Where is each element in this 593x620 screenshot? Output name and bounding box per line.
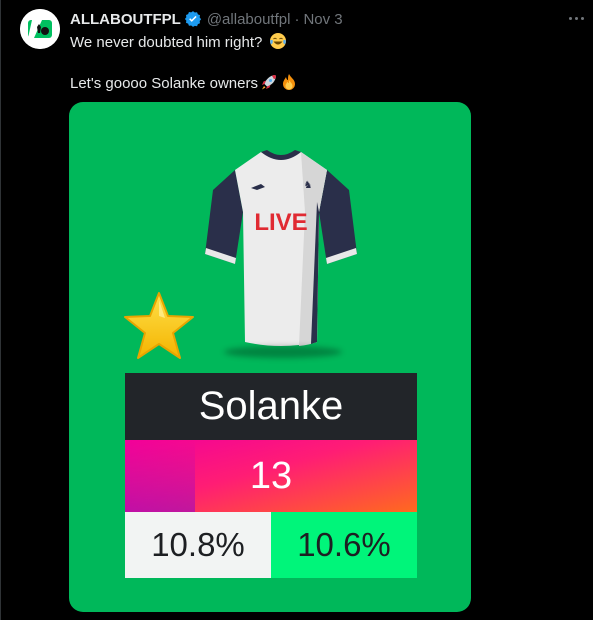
tweet-text-line1: We never doubted him right? <box>70 34 263 51</box>
tweet-text-line2: Let's goooo Solanke owners <box>70 75 258 92</box>
fire-icon <box>283 74 295 90</box>
stat-right-value: 10.6% <box>297 526 391 563</box>
jersey-shadow <box>224 346 342 358</box>
separator-dot: · <box>294 10 300 28</box>
display-name[interactable]: ALLABOUTFPL <box>70 11 181 28</box>
allaboutfpl-logo-icon <box>20 9 60 49</box>
spurs-jersey-image: ♞ LIVE <box>205 150 357 346</box>
face-with-tears-of-joy-icon <box>269 33 286 49</box>
svg-text:♞: ♞ <box>304 180 313 191</box>
stat-left-value: 10.8% <box>151 526 245 563</box>
more-horizontal-icon <box>568 16 572 20</box>
player-name-bar: Solanke <box>125 373 417 440</box>
tweet-media-image[interactable]: ♞ LIVE Solanke 13 10.8% 10.6% <box>69 102 471 612</box>
tweet[interactable]: ALLABOUTFPL @allaboutfpl · Nov 3 We neve… <box>0 0 593 620</box>
stat-left-box: 10.8% <box>125 512 271 578</box>
player-points: 13 <box>249 454 293 497</box>
verified-badge-icon <box>184 11 201 27</box>
tweet-text: We never doubted him right? Let's goooo … <box>70 32 570 94</box>
tweet-date[interactable]: Nov 3 <box>303 11 342 28</box>
player-name: Solanke <box>198 384 344 428</box>
shirt-live-label: LIVE <box>254 209 307 236</box>
stat-right-box: 10.6% <box>271 512 417 578</box>
tweet-header: ALLABOUTFPL @allaboutfpl · Nov 3 <box>70 9 343 29</box>
more-options-button[interactable] <box>563 7 589 29</box>
rocket-icon <box>262 75 276 90</box>
user-handle[interactable]: @allaboutfpl <box>207 11 291 28</box>
points-bar: 13 <box>125 440 417 512</box>
avatar[interactable] <box>20 9 60 49</box>
star-icon <box>124 292 194 359</box>
